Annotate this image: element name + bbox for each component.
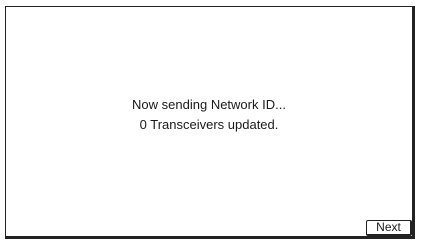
next-button[interactable]: Next (366, 220, 412, 236)
transceivers-updated-text: 0 Transceivers updated. (139, 117, 279, 132)
dialog-window: Now sending Network ID... 0 Transceivers… (5, 6, 415, 239)
status-message: Now sending Network ID... 0 Transceivers… (6, 95, 412, 135)
sending-status-text: Now sending Network ID... (132, 97, 286, 112)
